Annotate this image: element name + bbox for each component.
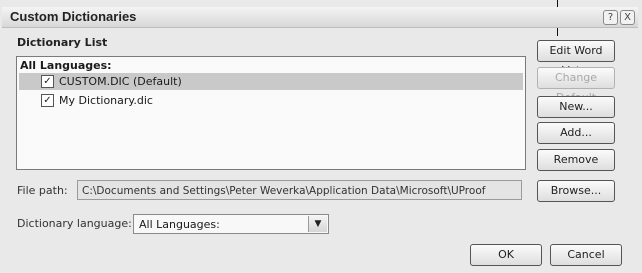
chevron-down-icon[interactable]: ▼ bbox=[308, 216, 327, 232]
remove-button[interactable]: Remove bbox=[537, 149, 615, 171]
group-header-all-languages: All Languages: bbox=[20, 59, 112, 72]
add-button[interactable]: Add... bbox=[537, 122, 615, 144]
window-title: Custom Dictionaries bbox=[10, 9, 137, 24]
help-icon[interactable]: ? bbox=[603, 10, 618, 25]
close-icon[interactable]: X bbox=[620, 10, 635, 25]
dictionary-listbox[interactable]: All Languages: ✓ CUSTOM.DIC (Default) ✓ … bbox=[16, 56, 526, 170]
custom-dictionaries-dialog: Custom Dictionaries ? X Dictionary List … bbox=[0, 0, 642, 273]
edit-word-list-button[interactable]: Edit Word List... bbox=[537, 40, 615, 77]
new-button[interactable]: New... bbox=[537, 96, 615, 118]
cancel-button[interactable]: Cancel bbox=[550, 244, 622, 266]
ok-button[interactable]: OK bbox=[470, 244, 542, 266]
dictionary-language-value: All Languages: bbox=[139, 218, 220, 231]
change-default-button[interactable]: Change Default bbox=[537, 67, 615, 104]
dictionary-list-label: Dictionary List bbox=[17, 36, 108, 49]
dictionary-language-select[interactable]: All Languages: ▼ bbox=[133, 214, 329, 234]
checkbox-my-dictionary[interactable]: ✓ bbox=[41, 94, 54, 107]
checkbox-custom-dic[interactable]: ✓ bbox=[41, 75, 54, 88]
list-item-my-dictionary[interactable]: ✓ My Dictionary.dic bbox=[19, 92, 523, 109]
list-item-label: My Dictionary.dic bbox=[59, 94, 153, 107]
title-bar: Custom Dictionaries ? X bbox=[2, 7, 638, 28]
list-item-label: CUSTOM.DIC (Default) bbox=[59, 75, 182, 88]
browse-button[interactable]: Browse... bbox=[537, 180, 615, 202]
file-path-label: File path: bbox=[17, 184, 68, 197]
dictionary-language-label: Dictionary language: bbox=[17, 217, 132, 230]
file-path-field[interactable]: C:\Documents and Settings\Peter Weverka\… bbox=[77, 180, 522, 200]
list-item-custom-dic[interactable]: ✓ CUSTOM.DIC (Default) bbox=[19, 73, 523, 90]
